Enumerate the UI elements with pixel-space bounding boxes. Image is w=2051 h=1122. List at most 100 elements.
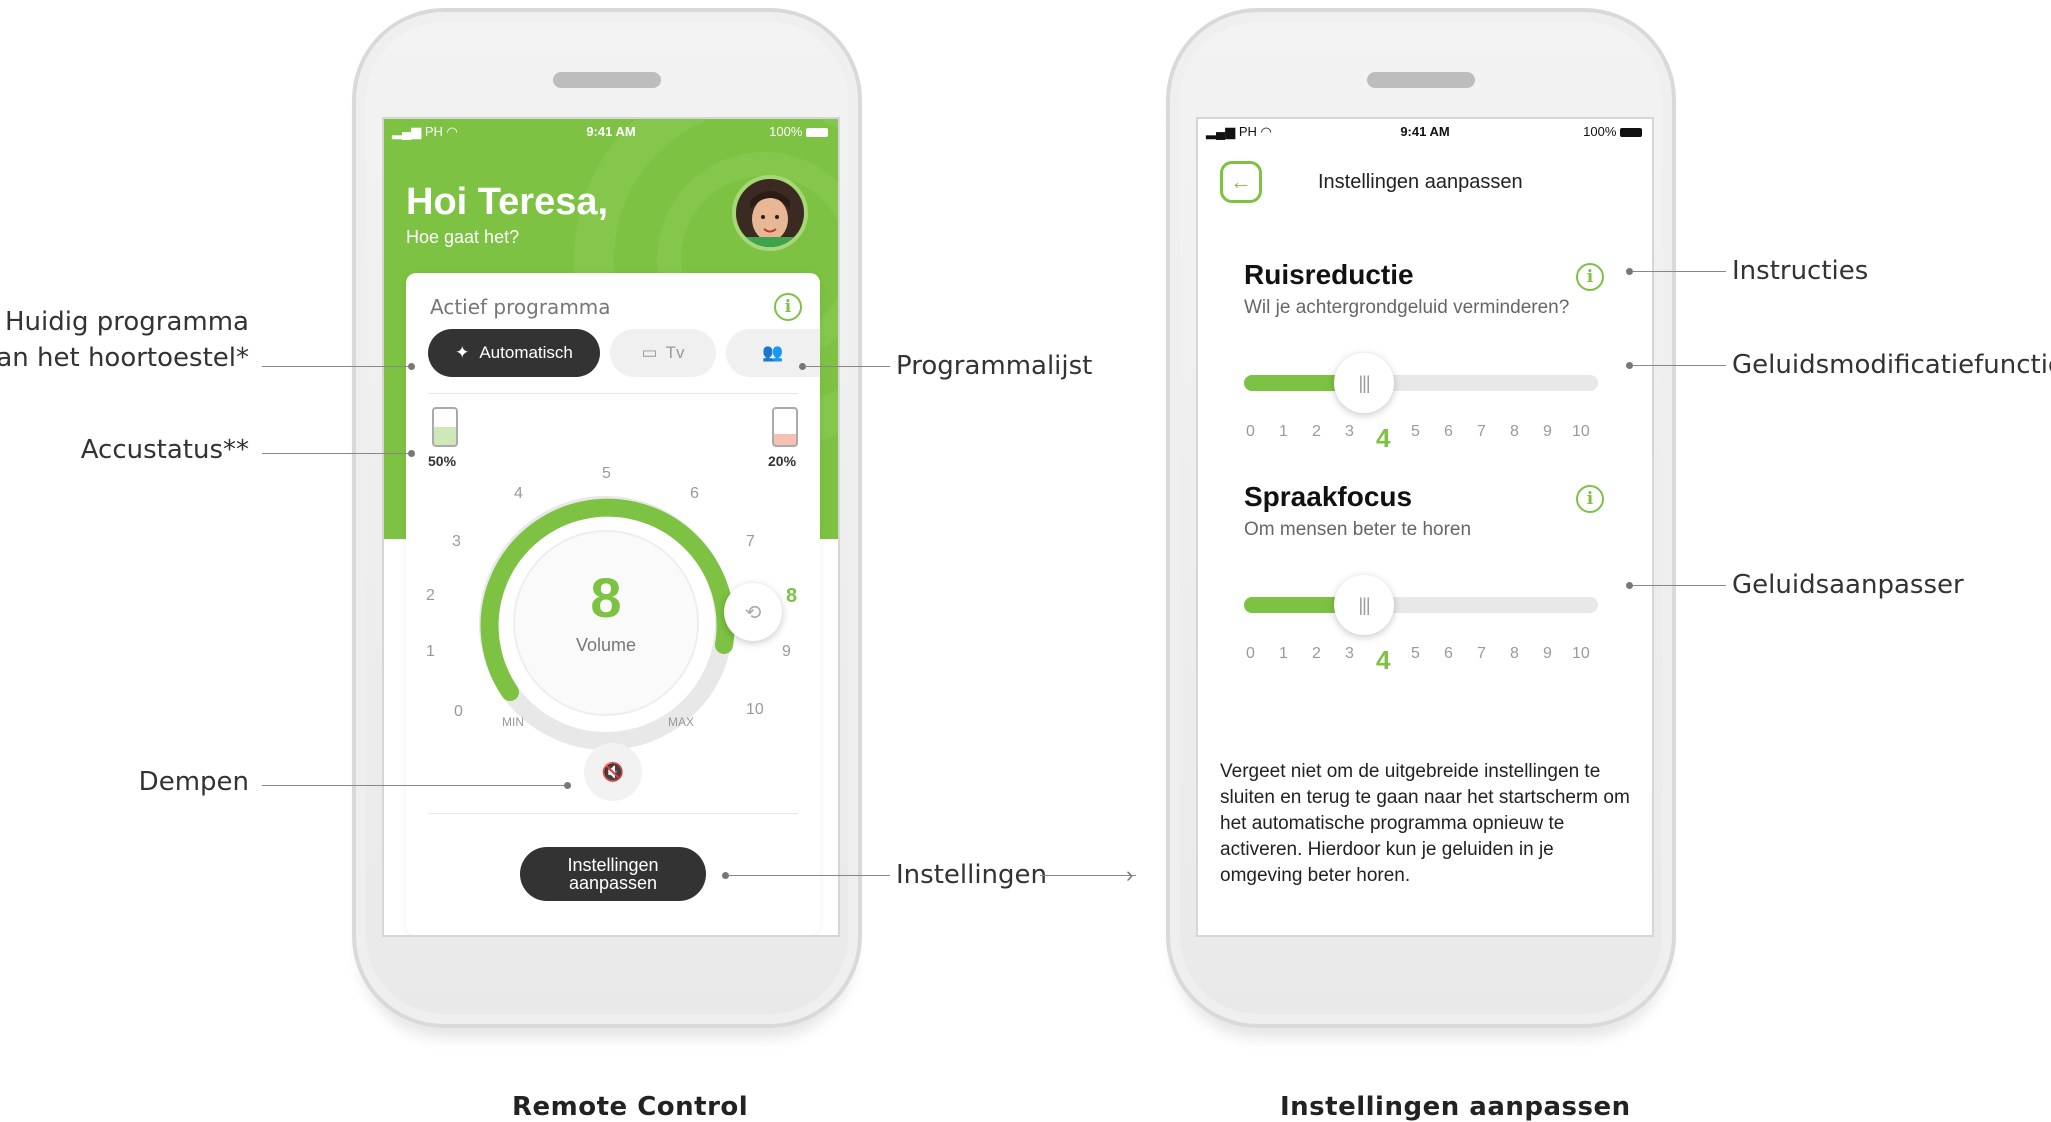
annotation-instructions: Instructies — [1732, 256, 1869, 286]
arrow-left-icon: ← — [1230, 169, 1252, 194]
page-title: Instellingen aanpassen — [1318, 171, 1523, 193]
leader-line — [1632, 271, 1726, 272]
leader-line — [262, 366, 410, 367]
scale-number: 5 — [1411, 423, 1420, 440]
dial-min-label: MIN — [502, 715, 524, 729]
info-icon[interactable]: i — [1576, 263, 1604, 291]
status-time: 9:41 AM — [586, 124, 636, 139]
mute-button[interactable]: 🔇 — [584, 743, 642, 801]
wifi-icon: ◠ — [446, 124, 458, 139]
phone-settings: ▂▄▆ PH ◠ 9:41 AM 100% ← Instellingen aan… — [1166, 8, 1676, 1028]
scale-number: 0 — [1246, 645, 1255, 662]
status-bar: ▂▄▆ PH ◠ 9:41 AM 100% — [384, 119, 838, 143]
settings-button[interactable]: Instellingen aanpassen — [520, 847, 706, 901]
avatar[interactable] — [732, 175, 808, 251]
scale-number: 10 — [1572, 645, 1590, 662]
scale-number: 2 — [1312, 645, 1321, 662]
leader-line — [262, 785, 568, 786]
back-button[interactable]: ← — [1220, 161, 1262, 203]
scale-number: 1 — [1279, 423, 1288, 440]
carrier-label: PH — [424, 124, 443, 139]
settings-button-line2: aanpassen — [568, 873, 658, 893]
dial-number: 10 — [746, 701, 764, 718]
grip-icon: ||| — [1358, 372, 1370, 393]
annotation-battery-status: Accustatus** — [80, 435, 249, 465]
rotate-icon: ⟲ — [744, 601, 762, 624]
leader-dot — [564, 782, 571, 789]
volume-knob[interactable]: ⟲ — [724, 583, 782, 641]
leader-line — [728, 875, 890, 876]
grip-icon: ||| — [1358, 594, 1370, 615]
leader-line — [1632, 585, 1726, 586]
scale-number: 8 — [1510, 645, 1519, 662]
annotation-sound-modification: Geluidsmodificatiefuncties — [1732, 350, 2051, 380]
status-bar: ▂▄▆ PH ◠ 9:41 AM 100% — [1198, 119, 1652, 143]
info-icon[interactable]: i — [774, 293, 802, 321]
leader-line — [262, 453, 410, 454]
scale-number: 1 — [1279, 645, 1288, 662]
greeting: Hoi Teresa, — [406, 181, 609, 223]
section-subtitle: Wil je achtergrondgeluid verminderen? — [1244, 297, 1570, 318]
divider — [428, 393, 798, 394]
program-group-button[interactable]: 👥 — [726, 329, 820, 377]
scale-number: 3 — [1345, 645, 1354, 662]
battery-icon — [1620, 128, 1642, 138]
program-tv-button[interactable]: ▭ Tv — [610, 329, 716, 377]
dial-number: 2 — [426, 587, 435, 604]
battery-percent: 100% — [769, 124, 803, 139]
scale-ticks: 0 1 2 3 4 5 6 7 8 9 10 — [1244, 631, 1598, 675]
annotation-sound-adjuster: Geluidsaanpasser — [1732, 570, 1964, 600]
battery-percent: 100% — [1583, 124, 1617, 139]
card-title: Actief programma — [430, 295, 611, 319]
dial-number: 7 — [746, 533, 755, 550]
signal-icon: ▂▄▆ — [392, 124, 422, 139]
status-time: 9:41 AM — [1400, 124, 1450, 139]
mute-icon: 🔇 — [601, 761, 625, 782]
leader-dot — [408, 363, 415, 370]
program-automatisch-button[interactable]: ✦ Automatisch — [428, 329, 600, 377]
dial-number-active: 8 — [786, 585, 798, 607]
scale-number: 10 — [1572, 423, 1590, 440]
dial-number: 1 — [426, 643, 435, 660]
dial-number: 6 — [690, 485, 699, 502]
speech-slider-thumb[interactable]: ||| — [1334, 575, 1394, 635]
annotation-line: van het hoortoestel* — [0, 343, 249, 373]
annotation-program-list: Programmalijst — [896, 351, 1093, 381]
leader-line — [1632, 365, 1726, 366]
scale-number-active: 4 — [1376, 423, 1391, 453]
scale-number: 6 — [1444, 423, 1453, 440]
volume-label: Volume — [575, 635, 637, 655]
scale-number: 8 — [1510, 423, 1519, 440]
leader-line — [804, 366, 890, 367]
screen-remote-control: ▂▄▆ PH ◠ 9:41 AM 100% Hoi Teresa, Hoe ga… — [382, 117, 840, 937]
magic-wand-icon: ✦ — [455, 343, 470, 362]
info-icon[interactable]: i — [1576, 485, 1604, 513]
settings-button-line1: Instellingen — [567, 855, 659, 875]
scale-ticks: 0 1 2 3 4 5 6 7 8 9 10 — [1244, 409, 1598, 453]
carrier-label: PH — [1238, 124, 1257, 139]
scale-number: 6 — [1444, 645, 1453, 662]
dial-number: 0 — [454, 703, 463, 720]
screen-settings: ▂▄▆ PH ◠ 9:41 AM 100% ← Instellingen aan… — [1196, 117, 1654, 937]
signal-icon: ▂▄▆ — [1206, 124, 1236, 139]
divider — [428, 813, 798, 814]
scale-number: 5 — [1411, 645, 1420, 662]
annotation-current-program: Huidig programma van het hoortoestel* — [0, 304, 249, 376]
section-title: Ruisreductie — [1244, 259, 1414, 290]
section-subtitle: Om mensen beter te horen — [1244, 519, 1472, 540]
scale-number: 7 — [1477, 423, 1486, 440]
annotation-line: Huidig programma — [5, 307, 249, 337]
dial-number: 4 — [514, 485, 523, 502]
scale-number: 0 — [1246, 423, 1255, 440]
scale-number: 9 — [1543, 423, 1552, 440]
program-card: Actief programma i ✦ Automatisch ▭ Tv 👥 … — [406, 273, 820, 935]
scale-number: 7 — [1477, 645, 1486, 662]
tv-icon: ▭ — [641, 343, 658, 362]
dial-max-label: MAX — [668, 715, 695, 729]
leader-dot — [408, 450, 415, 457]
scale-number: 3 — [1345, 423, 1354, 440]
noise-slider-thumb[interactable]: ||| — [1334, 353, 1394, 413]
battery-icon — [806, 128, 828, 138]
dial-number: 3 — [452, 533, 461, 550]
scale-number: 9 — [1543, 645, 1552, 662]
